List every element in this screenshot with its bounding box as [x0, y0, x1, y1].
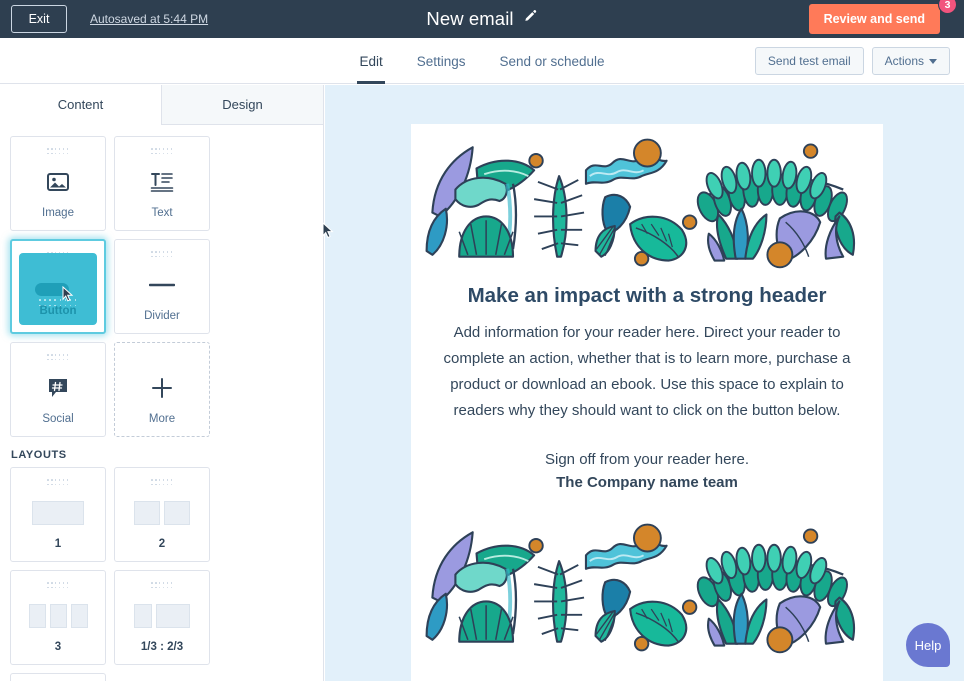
block-tile-more[interactable]: More: [114, 342, 210, 437]
block-tile-text[interactable]: Text: [114, 136, 210, 231]
exit-button[interactable]: Exit: [11, 5, 67, 33]
chevron-down-icon: [929, 58, 937, 64]
layout-tile-two-thirds-one-third[interactable]: 2/3 : 1/3: [10, 673, 106, 681]
block-tile-label: Text: [151, 207, 173, 219]
layouts-grid: 1 2 3 1/3: 2/3: [0, 467, 323, 681]
layout-preview: [115, 487, 209, 538]
text-icon: [115, 156, 209, 207]
plus-icon: [115, 362, 209, 413]
tab-send-or-schedule[interactable]: Send or schedule: [497, 38, 606, 84]
secondary-toolbar: Edit Settings Send or schedule Send test…: [0, 38, 964, 84]
pencil-icon[interactable]: [523, 9, 538, 29]
email-heading[interactable]: Make an impact with a strong header: [437, 284, 857, 308]
sidebar-tabs: Content Design: [0, 85, 323, 125]
layout-tile-1[interactable]: 1: [10, 467, 106, 562]
drag-grip-icon: [47, 354, 69, 362]
left-sidebar: Content Design Image Text Button Divider…: [0, 85, 324, 681]
email-signoff[interactable]: Sign off from your reader here.: [437, 447, 857, 473]
top-header-bar: Exit Autosaved at 5:44 PM New email Revi…: [0, 0, 964, 38]
block-tile-label: Button: [39, 305, 77, 317]
layout-tile-label: 3: [54, 641, 62, 653]
drag-grip-icon: [47, 148, 69, 156]
block-tile-button[interactable]: Button: [10, 239, 106, 334]
actions-dropdown-button[interactable]: Actions: [871, 47, 950, 75]
actions-label: Actions: [884, 54, 924, 68]
email-footer-image[interactable]: [411, 511, 883, 661]
layout-preview: [11, 590, 105, 641]
email-body[interactable]: Make an impact with a strong header Add …: [411, 274, 883, 491]
status-badge: 3: [938, 0, 957, 14]
drag-grip-icon: [151, 251, 173, 259]
content-blocks-grid: Image Text Button Divider Social More: [0, 125, 323, 437]
image-icon: [11, 156, 105, 207]
block-tile-label: Social: [42, 413, 74, 425]
email-paragraph[interactable]: Add information for your reader here. Di…: [437, 320, 857, 424]
email-canvas[interactable]: Make an impact with a strong header Add …: [325, 85, 964, 681]
layout-tile-label: 2: [158, 538, 166, 550]
help-button[interactable]: Help: [906, 623, 950, 667]
email-preview-card[interactable]: Make an impact with a strong header Add …: [411, 124, 883, 681]
sidebar-tab-design[interactable]: Design: [161, 85, 323, 125]
block-tile-image[interactable]: Image: [10, 136, 106, 231]
review-and-send-button[interactable]: Review and send: [808, 4, 940, 34]
layout-tile-label: 1/3 : 2/3: [140, 641, 184, 653]
email-team-name[interactable]: The Company name team: [437, 474, 857, 491]
block-tile-label: Image: [42, 207, 74, 219]
cursor-icon: [62, 285, 74, 307]
button-drag-preview: Button: [19, 253, 97, 325]
layout-tile-label: 1: [54, 538, 62, 550]
sidebar-tab-content[interactable]: Content: [0, 85, 161, 125]
layout-tile-one-third-two-thirds[interactable]: 1/3 : 2/3: [114, 570, 210, 665]
layouts-section-heading: LAYOUTS: [11, 449, 67, 461]
block-tile-social[interactable]: Social: [10, 342, 106, 437]
tab-settings[interactable]: Settings: [415, 38, 468, 84]
layout-preview: [115, 590, 209, 641]
divider-icon: [115, 259, 209, 310]
block-tile-divider[interactable]: Divider: [114, 239, 210, 334]
social-icon: [11, 362, 105, 413]
layout-preview: [11, 487, 105, 538]
send-test-email-button[interactable]: Send test email: [754, 47, 864, 75]
autosave-status-link[interactable]: Autosaved at 5:44 PM: [90, 12, 208, 26]
block-tile-label: More: [148, 413, 176, 425]
layout-tile-2[interactable]: 2: [114, 467, 210, 562]
layout-tile-3[interactable]: 3: [10, 570, 106, 665]
tab-edit[interactable]: Edit: [357, 38, 385, 84]
drag-grip-icon: [151, 479, 173, 487]
drag-grip-icon: [151, 582, 173, 590]
email-header-image[interactable]: [411, 124, 883, 274]
block-tile-label: Divider: [144, 310, 180, 322]
drag-grip-icon: [47, 479, 69, 487]
drag-grip-icon: [47, 582, 69, 590]
send-test-email-label: Send test email: [767, 54, 851, 68]
drag-grip-icon: [151, 148, 173, 156]
page-title: New email: [426, 8, 514, 29]
toolbar-actions-group: Send test email Actions: [754, 47, 950, 75]
